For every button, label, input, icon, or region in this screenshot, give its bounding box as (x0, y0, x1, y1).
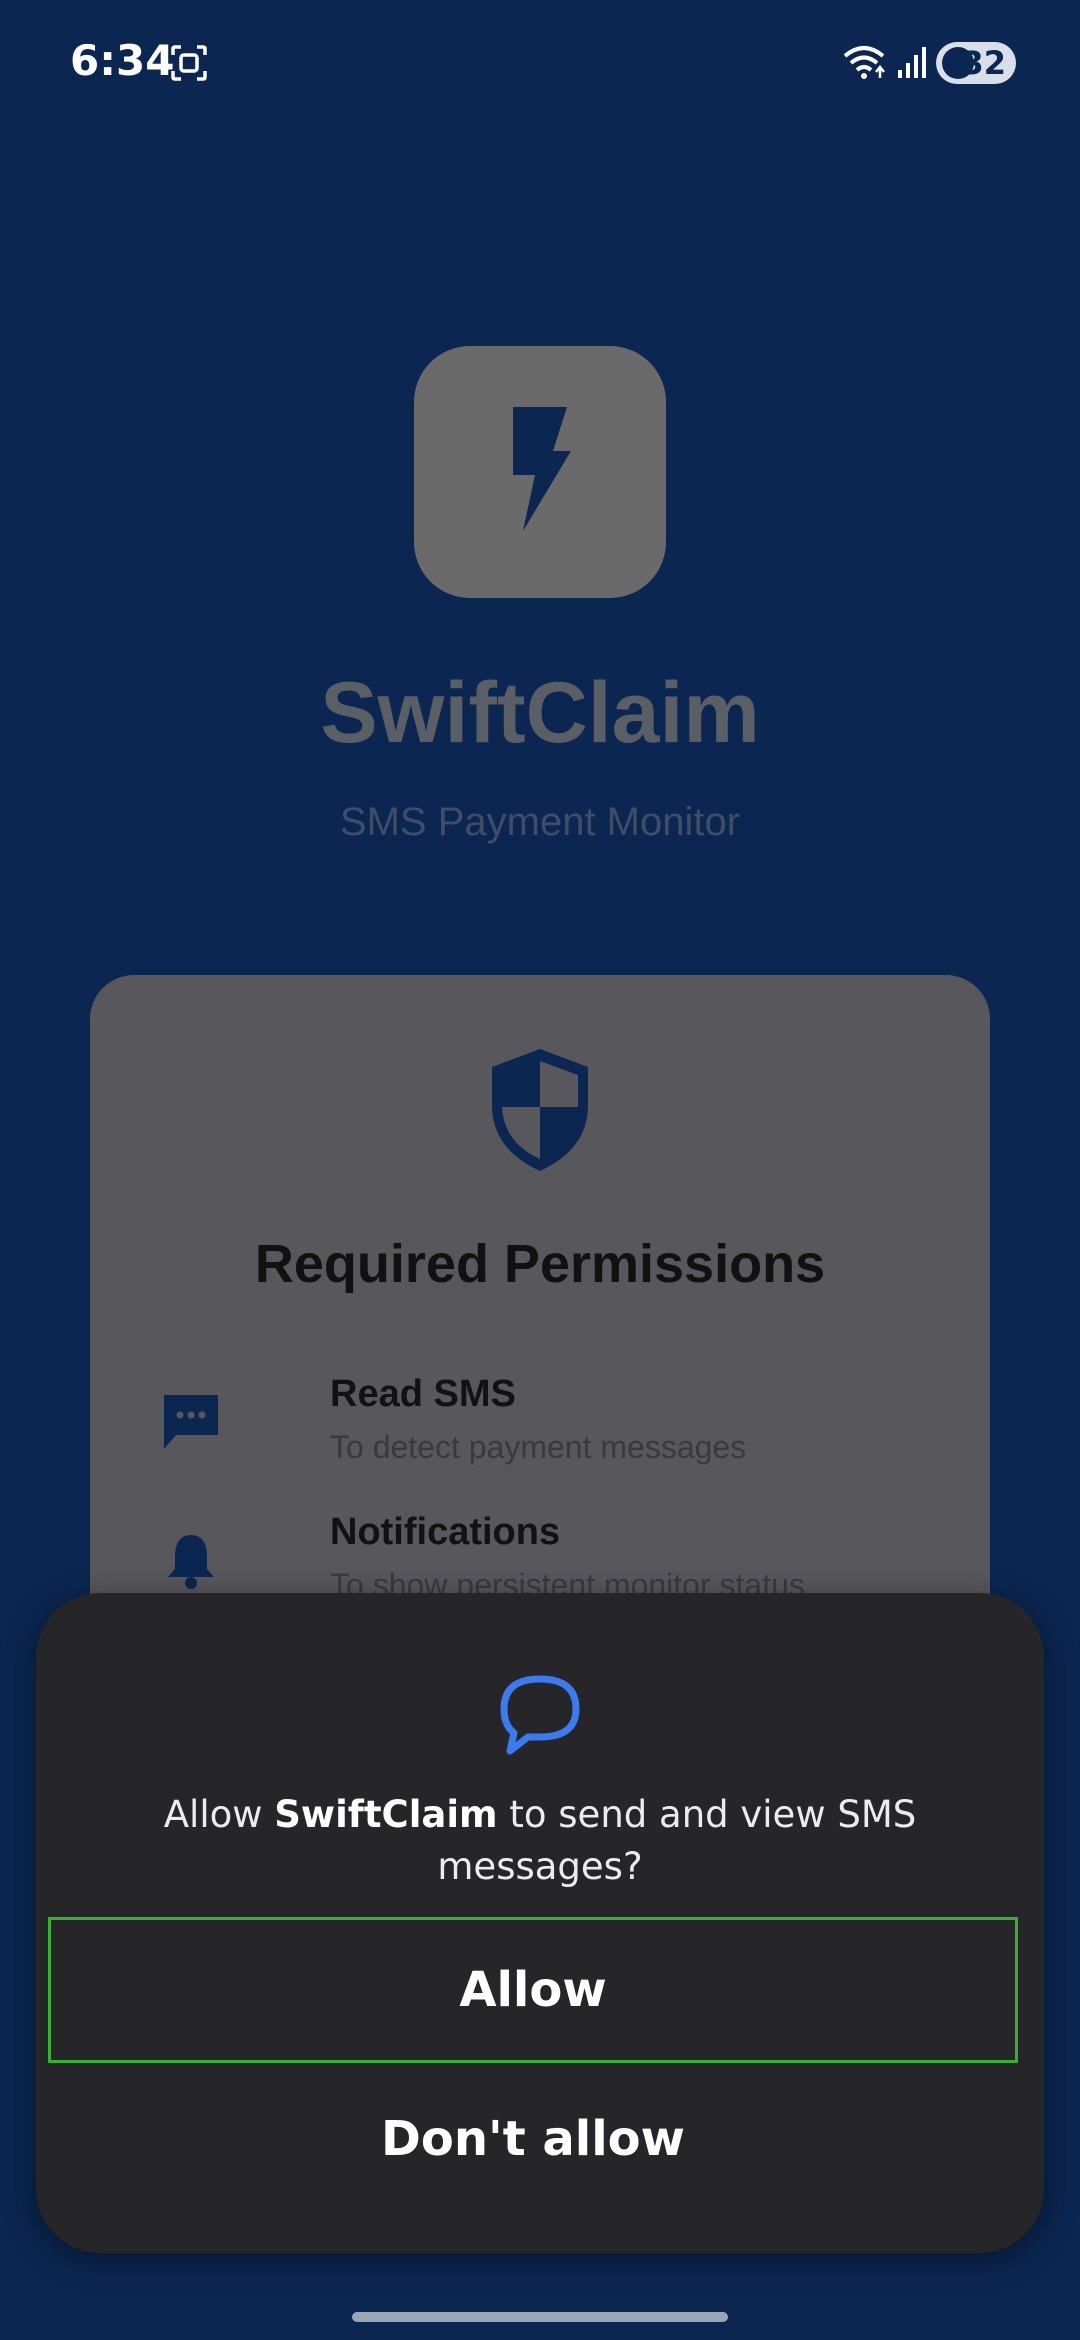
chat-bubble-icon (500, 1675, 580, 1755)
dialog-message: Allow SwiftClaim to send and view SMS me… (116, 1789, 964, 1893)
battery-indicator: 32 (936, 42, 1016, 84)
allow-button[interactable]: Allow (48, 1917, 1018, 2063)
sms-icon (164, 1395, 218, 1449)
dialog-message-suffix: to send and view SMS messages? (437, 1793, 917, 1888)
battery-saver-icon (942, 47, 974, 79)
status-bar: 6:34 32 (0, 0, 1080, 130)
lightning-bolt-icon (513, 407, 571, 531)
app-logo (414, 346, 666, 598)
dialog-message-prefix: Allow (163, 1793, 275, 1836)
permissions-card: Required Permissions Read SMS To detect … (90, 975, 990, 1675)
dont-allow-button[interactable]: Don't allow (48, 2069, 1018, 2209)
status-time: 6:34 (70, 36, 175, 85)
home-indicator[interactable] (352, 2312, 728, 2322)
permission-label: Read SMS (330, 1373, 516, 1415)
app-subtitle: SMS Payment Monitor (339, 800, 741, 844)
screen: 6:34 32 SwiftClaim SMS Payment Monitor R… (0, 0, 1080, 2340)
app-title: SwiftClaim (320, 665, 760, 761)
permissions-title: Required Permissions (254, 1234, 826, 1294)
permission-dialog: Allow SwiftClaim to send and view SMS me… (36, 1593, 1044, 2253)
permission-desc: To detect payment messages (330, 1429, 747, 1465)
bell-icon (168, 1535, 214, 1589)
shield-icon (492, 1049, 588, 1171)
permission-label: Notifications (330, 1511, 561, 1553)
signal-icon (898, 47, 926, 78)
wifi-icon (843, 46, 885, 79)
screenshot-icon (171, 45, 207, 81)
dialog-app-name: SwiftClaim (274, 1793, 498, 1836)
